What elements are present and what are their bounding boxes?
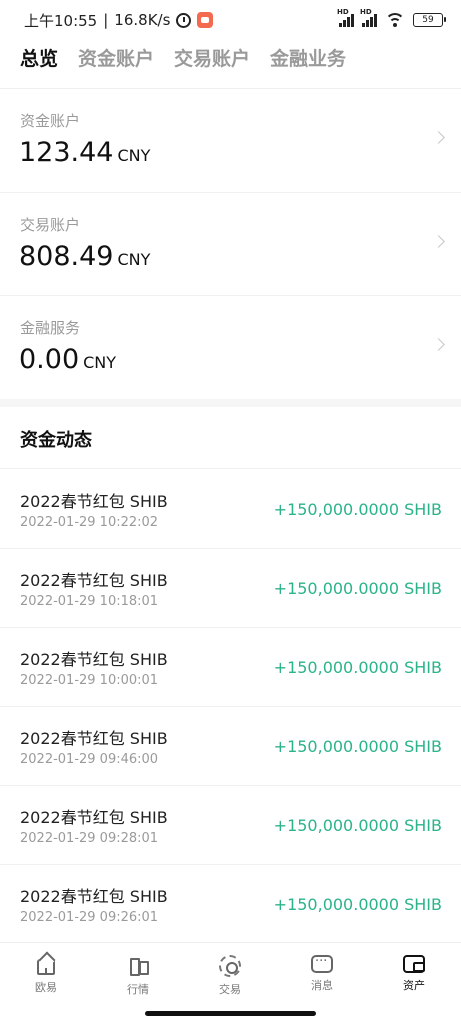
- transaction-time: 2022-01-29 10:18:01: [20, 594, 159, 609]
- transaction-row[interactable]: 2022春节红包 SHIB 2022-01-29 10:00:01 +150,0…: [0, 627, 461, 707]
- battery-level: 59: [422, 15, 434, 25]
- financial-service-row[interactable]: 金融服务 0.00 CNY: [0, 296, 461, 399]
- account-balance: 0.00 CNY: [19, 344, 117, 375]
- nav-assets[interactable]: 资产: [384, 955, 444, 993]
- home-indicator[interactable]: [145, 1011, 316, 1016]
- transaction-name: 2022春节红包 SHIB: [20, 808, 168, 827]
- transaction-name: 2022春节红包 SHIB: [20, 650, 168, 669]
- transaction-name: 2022春节红包 SHIB: [20, 729, 168, 748]
- account-label: 交易账户: [20, 216, 81, 234]
- status-time: 上午10:55: [24, 11, 98, 30]
- transaction-row[interactable]: 2022春节红包 SHIB 2022-01-29 10:18:01 +150,0…: [0, 548, 461, 628]
- transaction-name: 2022春节红包 SHIB: [20, 887, 168, 906]
- nav-label: 欧易: [35, 981, 57, 994]
- nav-trade[interactable]: 交易: [200, 955, 260, 997]
- chevron-right-icon: [432, 235, 445, 248]
- signal-icon: HD: [360, 8, 377, 27]
- transaction-time: 2022-01-29 09:26:01: [20, 910, 159, 925]
- account-balance: 808.49 CNY: [19, 241, 151, 272]
- transaction-row[interactable]: 2022春节红包 SHIB 2022-01-29 10:22:02 +150,0…: [0, 469, 461, 549]
- nav-label: 消息: [311, 979, 333, 992]
- transaction-time: 2022-01-29 09:46:00: [20, 752, 159, 767]
- app-notification-icon: [197, 12, 214, 28]
- transaction-row[interactable]: 2022春节红包 SHIB 2022-01-29 09:46:00 +150,0…: [0, 706, 461, 786]
- account-label: 资金账户: [20, 112, 81, 130]
- status-bar: 上午10:55 | 16.8K/s HD HD 59: [0, 0, 461, 40]
- transaction-amount: +150,000.0000 SHIB: [273, 579, 442, 598]
- wifi-icon: [385, 13, 405, 27]
- transaction-amount: +150,000.0000 SHIB: [273, 500, 442, 519]
- transaction-name: 2022春节红包 SHIB: [20, 492, 168, 511]
- wallet-icon: [403, 955, 425, 973]
- tab-overview[interactable]: 总览: [20, 44, 58, 71]
- trade-icon: [219, 955, 241, 977]
- section-gap: [0, 399, 461, 407]
- transaction-time: 2022-01-29 09:28:01: [20, 831, 159, 846]
- transaction-amount: +150,000.0000 SHIB: [273, 737, 442, 756]
- account-label: 金融服务: [20, 319, 81, 337]
- transaction-amount: +150,000.0000 SHIB: [273, 816, 442, 835]
- network-speed: 16.8K/s: [114, 11, 171, 29]
- transaction-time: 2022-01-29 10:00:01: [20, 673, 159, 688]
- signal-icon: HD: [337, 8, 354, 27]
- transaction-row[interactable]: 2022春节红包 SHIB 2022-01-29 09:26:01 +150,0…: [0, 864, 461, 944]
- chevron-right-icon: [432, 131, 445, 144]
- tab-trading-account[interactable]: 交易账户: [174, 44, 250, 71]
- nav-label: 资产: [403, 979, 425, 992]
- account-balance: 123.44 CNY: [19, 137, 151, 168]
- nav-messages[interactable]: 消息: [292, 954, 352, 993]
- asset-tabs: 总览 资金账户 交易账户 金融业务: [20, 44, 346, 71]
- transaction-row[interactable]: 2022春节红包 SHIB 2022-01-29 09:28:01 +150,0…: [0, 785, 461, 865]
- transaction-name: 2022春节红包 SHIB: [20, 571, 168, 590]
- nav-markets[interactable]: 行情: [108, 955, 168, 997]
- nav-label: 交易: [219, 983, 241, 996]
- candlestick-icon: [127, 955, 149, 977]
- tab-financial-business[interactable]: 金融业务: [270, 44, 346, 71]
- funding-account-row[interactable]: 资金账户 123.44 CNY: [0, 89, 461, 192]
- alarm-icon: [176, 12, 192, 28]
- tab-funding-account[interactable]: 资金账户: [78, 44, 154, 71]
- fund-activity-title: 资金动态: [20, 430, 92, 451]
- status-separator: |: [103, 11, 109, 29]
- home-icon: [37, 959, 55, 975]
- battery-icon: 59: [413, 13, 446, 27]
- transaction-time: 2022-01-29 10:22:02: [20, 515, 159, 530]
- message-icon: [311, 954, 333, 973]
- chevron-right-icon: [432, 338, 445, 351]
- trading-account-row[interactable]: 交易账户 808.49 CNY: [0, 193, 461, 296]
- nav-home[interactable]: 欧易: [16, 955, 76, 995]
- transaction-amount: +150,000.0000 SHIB: [273, 895, 442, 914]
- transaction-amount: +150,000.0000 SHIB: [273, 658, 442, 677]
- nav-label: 行情: [127, 983, 149, 996]
